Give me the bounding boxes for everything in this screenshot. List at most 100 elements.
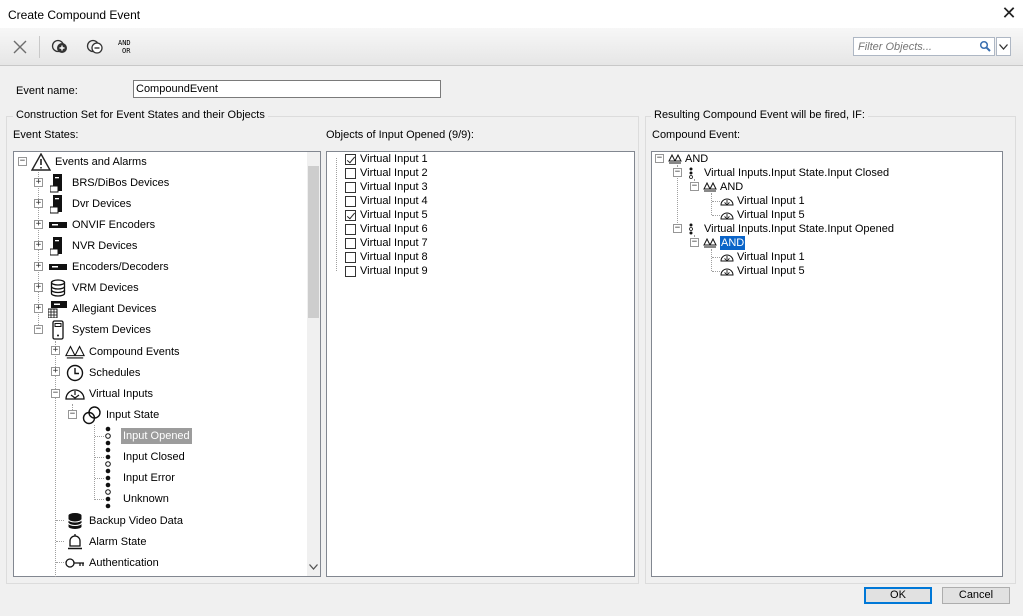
and-or-icon[interactable]: AND OR — [118, 36, 144, 58]
result-label: AND — [685, 153, 709, 165]
collapse-root-and[interactable]: − — [655, 154, 664, 163]
collapse-events-and-alarms[interactable]: − — [18, 157, 27, 166]
object-checkbox[interactable] — [345, 181, 356, 193]
object-checkbox[interactable] — [345, 167, 356, 179]
event-states-scrollbar[interactable] — [307, 152, 320, 576]
ok-button[interactable]: OK — [864, 587, 932, 604]
remove-compound-icon[interactable] — [83, 36, 107, 58]
result-opened-vi5[interactable]: Virtual Input 5 — [720, 264, 805, 278]
tree-item-label: Authentication — [89, 556, 159, 569]
collapse-input-closed[interactable]: − — [673, 168, 682, 177]
object-checkbox[interactable] — [345, 153, 356, 165]
tree-item-label: Events and Alarms — [55, 155, 147, 168]
virtual-input-icon — [720, 209, 734, 221]
result-input-opened[interactable]: Virtual Inputs.Input State.Input Opened — [686, 222, 894, 236]
tree-item-onvif[interactable]: ONVIF Encoders — [48, 214, 155, 235]
collapse-closed-and[interactable]: − — [690, 182, 699, 191]
object-item-8[interactable]: Virtual Input 8 — [345, 250, 428, 264]
expand-vrm[interactable]: + — [34, 283, 43, 292]
expand-dvr[interactable]: + — [34, 199, 43, 208]
result-opened-and[interactable]: AND — [703, 236, 746, 250]
tree-item-vrm[interactable]: VRM Devices — [48, 277, 139, 298]
expand-compound-events[interactable]: + — [51, 346, 60, 355]
object-item-9[interactable]: Virtual Input 9 — [345, 264, 428, 278]
filter-dropdown-button[interactable] — [996, 37, 1011, 56]
object-item-5[interactable]: Virtual Input 5 — [345, 208, 428, 222]
object-label: Virtual Input 8 — [360, 251, 428, 263]
result-label: Virtual Input 5 — [737, 265, 805, 277]
filter-box[interactable] — [853, 37, 995, 56]
object-item-3[interactable]: Virtual Input 3 — [345, 180, 428, 194]
result-label: AND — [720, 181, 744, 193]
tree-item-system-devices[interactable]: System Devices — [48, 319, 151, 340]
object-item-7[interactable]: Virtual Input 7 — [345, 236, 428, 250]
scrollbar-thumb[interactable] — [308, 166, 319, 318]
tree-item-compound-events[interactable]: Compound Events — [65, 341, 180, 362]
object-item-6[interactable]: Virtual Input 6 — [345, 222, 428, 236]
result-input-closed[interactable]: Virtual Inputs.Input State.Input Closed — [686, 166, 889, 180]
expand-schedules[interactable]: + — [51, 367, 60, 376]
database-icon — [65, 511, 85, 531]
object-checkbox[interactable] — [345, 237, 356, 249]
tree-item-dvr[interactable]: Dvr Devices — [48, 193, 131, 214]
event-name-input[interactable] — [134, 81, 440, 97]
result-root-and[interactable]: AND — [668, 152, 708, 166]
result-opened-vi1[interactable]: Virtual Input 1 — [720, 250, 805, 264]
object-checkbox[interactable] — [345, 265, 356, 277]
tree-item-events-and-alarms[interactable]: Events and Alarms — [31, 151, 147, 172]
expand-allegiant[interactable]: + — [34, 304, 43, 313]
collapse-input-state[interactable]: − — [68, 410, 77, 419]
tree-item-label: Backup Video Data — [89, 514, 183, 527]
expand-onvif[interactable]: + — [34, 220, 43, 229]
collapse-opened-and[interactable]: − — [690, 238, 699, 247]
tree-item-encoders-decoders[interactable]: Encoders/Decoders — [48, 256, 169, 277]
compound-event-tree[interactable] — [651, 151, 1003, 577]
tree-item-input-opened[interactable]: Input Opened — [103, 425, 192, 446]
object-checkbox[interactable] — [345, 195, 356, 207]
state-dots-icon — [103, 488, 113, 509]
expand-brs-dibos[interactable]: + — [34, 178, 43, 187]
tree-item-input-error[interactable]: Input Error — [103, 467, 175, 488]
tree-item-virtual-inputs[interactable]: Virtual Inputs — [65, 383, 153, 404]
expand-encoders[interactable]: + — [34, 262, 43, 271]
tree-item-input-closed[interactable]: Input Closed — [103, 446, 185, 467]
close-icon[interactable] — [8, 36, 32, 58]
result-closed-vi5[interactable]: Virtual Input 5 — [720, 208, 805, 222]
tree-item-backup-video-data[interactable]: Backup Video Data — [65, 510, 183, 531]
event-name-field[interactable] — [133, 80, 441, 98]
object-checkbox[interactable] — [345, 209, 356, 221]
tree-item-input-state[interactable]: Input State — [82, 404, 159, 425]
object-checkbox[interactable] — [345, 223, 356, 235]
expand-nvr[interactable]: + — [34, 241, 43, 250]
cancel-button[interactable]: Cancel — [942, 587, 1010, 604]
server-icon — [48, 194, 68, 214]
result-closed-and[interactable]: AND — [703, 180, 743, 194]
close-icon[interactable]: ✕ — [1000, 4, 1018, 22]
object-label: Virtual Input 2 — [360, 167, 428, 179]
tree-item-brs-dibos[interactable]: BRS/DiBos Devices — [48, 172, 169, 193]
tree-item-authentication[interactable]: Authentication — [65, 552, 159, 573]
filter-input[interactable] — [854, 38, 972, 55]
tree-item-allegiant[interactable]: Allegiant Devices — [48, 298, 156, 319]
result-closed-vi1[interactable]: Virtual Input 1 — [720, 194, 805, 208]
object-item-1[interactable]: Virtual Input 1 — [345, 152, 428, 166]
object-label: Virtual Input 5 — [360, 209, 428, 221]
bell-icon — [65, 532, 85, 552]
collapse-input-opened[interactable]: − — [673, 224, 682, 233]
object-item-4[interactable]: Virtual Input 4 — [345, 194, 428, 208]
compound-event-icon — [703, 237, 717, 249]
server-icon — [48, 236, 68, 256]
search-icon[interactable] — [979, 40, 991, 55]
object-checkbox[interactable] — [345, 251, 356, 263]
tree-item-alarm-state[interactable]: Alarm State — [65, 531, 146, 552]
clock-icon — [65, 363, 85, 383]
tree-item-label: Input Opened — [121, 427, 192, 444]
collapse-virtual-inputs[interactable]: − — [51, 389, 60, 398]
tree-item-nvr[interactable]: NVR Devices — [48, 235, 137, 256]
collapse-system-devices[interactable]: − — [34, 325, 43, 334]
object-item-2[interactable]: Virtual Input 2 — [345, 166, 428, 180]
tree-item-schedules[interactable]: Schedules — [65, 362, 140, 383]
key-icon — [65, 553, 85, 573]
tree-item-unknown[interactable]: Unknown — [103, 488, 169, 509]
add-compound-icon[interactable] — [48, 36, 72, 58]
